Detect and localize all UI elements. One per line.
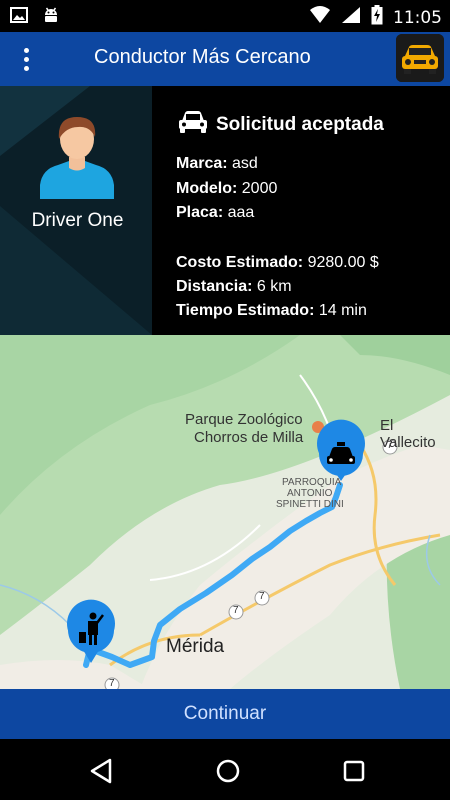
wifi-icon (309, 6, 331, 29)
road-shield-7: 7 (387, 440, 393, 451)
android-icon (42, 6, 60, 29)
back-icon[interactable] (88, 757, 116, 785)
map-label-city: Mérida (166, 636, 225, 657)
status-label: Solicitud aceptada (216, 113, 384, 135)
clock: 11:05 (393, 7, 442, 28)
brand-row: Marca: asd (176, 155, 258, 172)
road-shield-7: 7 (259, 591, 265, 602)
driver-card: Driver One (0, 86, 152, 335)
road-shield-7: 7 (109, 678, 115, 689)
page-title: Conductor Más Cercano (94, 46, 311, 68)
driver-info-panel: Driver One Solicitud aceptada Marca: asd… (0, 86, 450, 335)
distance-value: 6 km (256, 278, 292, 295)
taxi-logo-icon[interactable] (396, 34, 444, 82)
continue-button[interactable]: Continuar (0, 689, 450, 739)
map-label-parroquia-3: SPINETTI DINI (276, 499, 344, 510)
system-nav-bar (0, 739, 450, 800)
route-map[interactable]: Parque Zoológico Chorros de Milla El Val… (0, 335, 450, 689)
plate-value: aaa (227, 204, 255, 221)
driver-name: Driver One (31, 210, 124, 231)
overflow-menu-button[interactable] (14, 44, 38, 74)
plate-row: Placa: aaa (176, 204, 255, 221)
map-label-zoo-2: Chorros de Milla (194, 429, 304, 446)
request-details: Solicitud aceptada Marca: asd Modelo: 20… (152, 86, 450, 335)
model-value: 2000 (241, 180, 278, 197)
battery-charging-icon (371, 5, 383, 30)
recents-icon[interactable] (340, 757, 368, 785)
home-icon[interactable] (214, 757, 242, 785)
driver-avatar (40, 117, 114, 199)
status-bar: 11:05 (0, 0, 450, 32)
request-status: Solicitud aceptada (178, 110, 384, 139)
gallery-icon (10, 7, 28, 28)
distance-row: Distancia: 6 km (176, 278, 292, 295)
cost-value: 9280.00 $ (307, 254, 379, 271)
time-row: Tiempo Estimado: 14 min (176, 302, 367, 319)
cost-row: Costo Estimado: 9280.00 $ (176, 254, 379, 271)
app-bar: Conductor Más Cercano (0, 32, 450, 86)
map-label-parroquia-2: ANTONIO (287, 488, 333, 499)
time-value: 14 min (318, 302, 367, 319)
model-row: Modelo: 2000 (176, 180, 278, 197)
map-label-parroquia: PARROQUIA (282, 477, 342, 488)
car-icon (178, 110, 208, 139)
map-canvas[interactable] (0, 335, 450, 689)
road-shield-7: 7 (233, 605, 239, 616)
brand-value: asd (232, 155, 258, 172)
signal-icon (341, 6, 361, 29)
map-label-zoo: Parque Zoológico (185, 411, 303, 428)
